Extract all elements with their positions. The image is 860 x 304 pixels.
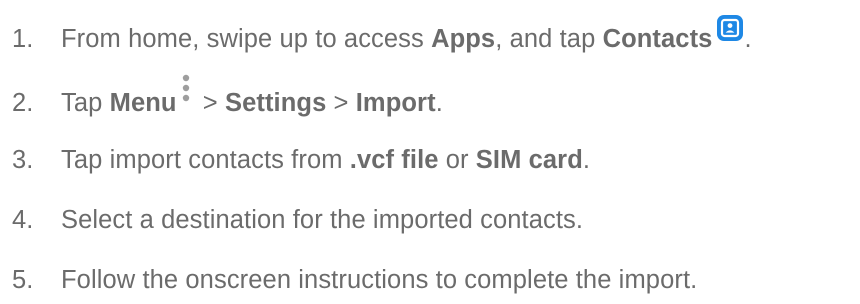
step-text: >	[195, 89, 225, 117]
sim-card-label: SIM card	[475, 146, 583, 174]
step-text: .	[435, 89, 443, 117]
step-4: 4. Select a destination for the imported …	[12, 202, 583, 238]
apps-label: Apps	[431, 25, 496, 53]
instruction-steps-list: 1. From home, swipe up to access Apps, an…	[0, 0, 860, 304]
step-1: 1. From home, swipe up to access Apps, an…	[12, 15, 752, 56]
step-number: 2.	[12, 89, 34, 117]
menu-label: Menu	[109, 89, 177, 117]
step-text: , and tap	[495, 25, 603, 53]
step-text: Select a destination for the imported co…	[61, 206, 584, 234]
step-2: 2. Tap Menu > Settings > Import.	[12, 74, 443, 117]
step-text: .	[744, 25, 752, 53]
step-text: Follow the onscreen instructions to comp…	[61, 266, 698, 294]
step-number: 3.	[12, 146, 34, 174]
step-text: .	[582, 146, 591, 174]
import-label: Import	[355, 89, 436, 117]
step-5: 5. Follow the onscreen instructions to co…	[12, 262, 697, 298]
vertical-dots-menu-icon	[180, 73, 192, 107]
step-number: 5.	[12, 266, 34, 294]
settings-label: Settings	[224, 89, 327, 117]
step-number: 4.	[12, 206, 34, 234]
step-text: From home, swipe up to access	[61, 25, 432, 53]
step-number: 1.	[12, 25, 34, 53]
contacts-app-icon	[716, 14, 744, 42]
step-text: or	[438, 146, 476, 174]
contacts-label: Contacts	[602, 25, 713, 53]
step-3: 3. Tap import contacts from .vcf file or …	[12, 142, 590, 178]
step-text: Tap import contacts from	[61, 146, 350, 174]
vcf-file-label: .vcf file	[349, 146, 439, 174]
step-text: >	[326, 89, 356, 117]
step-text: Tap	[61, 89, 110, 117]
